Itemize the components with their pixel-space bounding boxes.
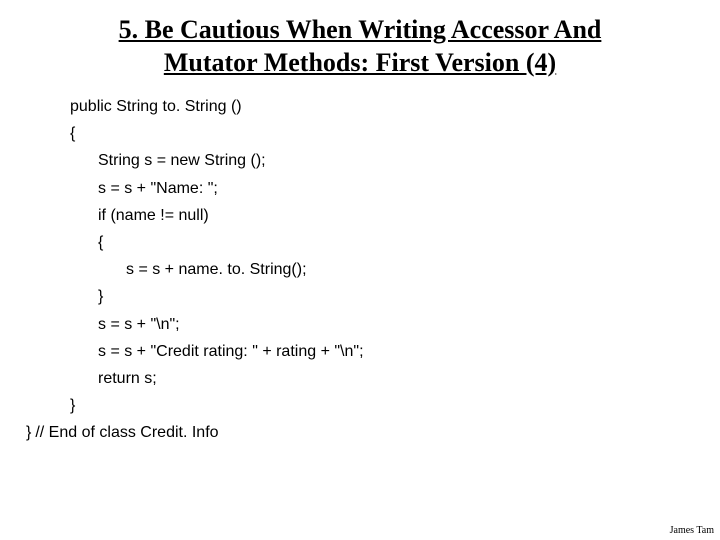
footer-author: James Tam [670,525,714,536]
code-line: s = s + "Name: "; [98,175,690,202]
code-line: } [98,283,690,310]
code-end-comment: // End of class Credit. Info [35,419,218,446]
slide-title: 5. Be Cautious When Writing Accessor And… [70,14,650,79]
code-line-end: } // End of class Credit. Info [26,419,690,446]
code-line: public String to. String () [70,93,690,120]
code-line: s = s + "\n"; [98,311,690,338]
code-line: } [70,392,690,419]
code-line: { [98,229,690,256]
code-line: s = s + "Credit rating: " + rating + "\n… [98,338,690,365]
code-line: String s = new String (); [98,147,690,174]
code-close-brace: } [26,419,31,446]
code-line: s = s + name. to. String(); [126,256,690,283]
code-block: public String to. String () { String s =… [42,93,690,446]
code-line: { [70,120,690,147]
code-line: if (name != null) [98,202,690,229]
code-line: return s; [98,365,690,392]
